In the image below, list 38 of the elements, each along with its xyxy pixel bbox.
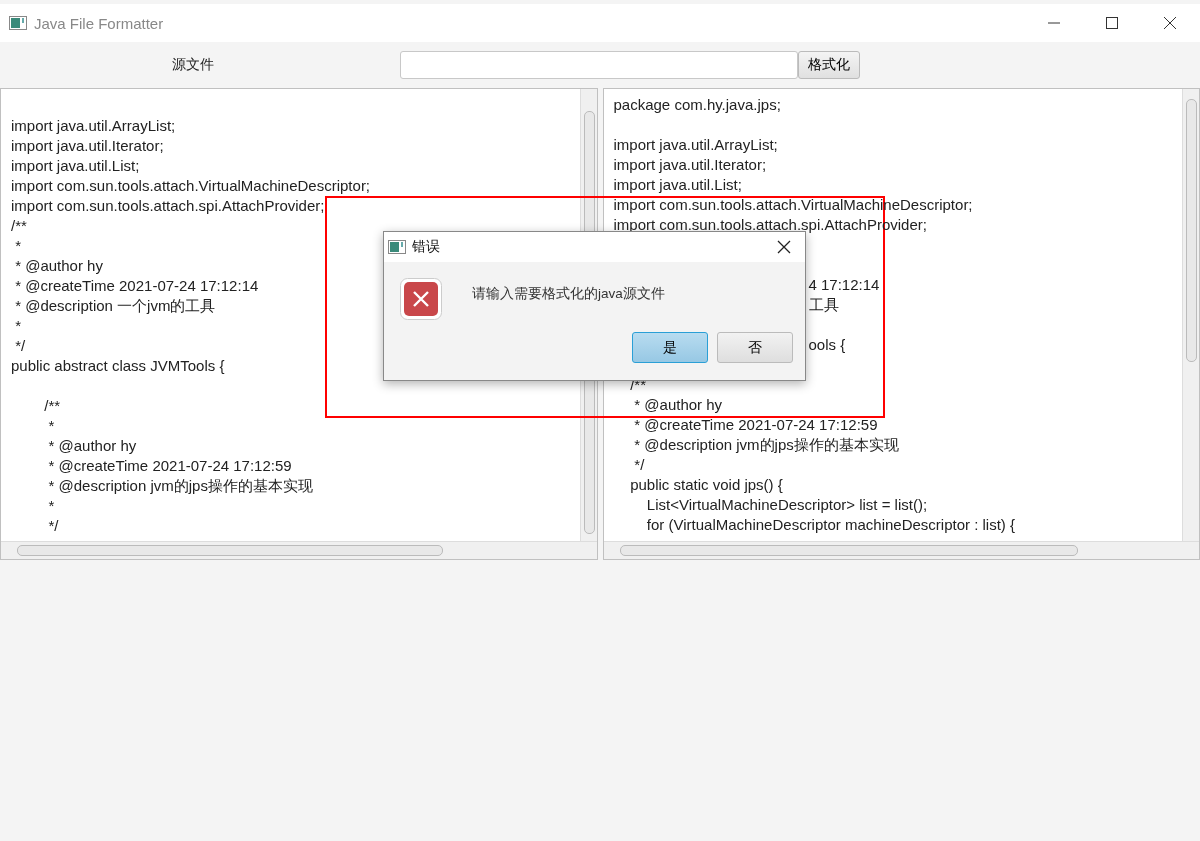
- code-line: ools {: [808, 335, 846, 355]
- code-line: *: [14, 236, 21, 256]
- code-line: List<VirtualMachineDescriptor> list = list();: [645, 495, 928, 515]
- code-line: import java.util.List;: [11, 156, 140, 176]
- code-line: *: [47, 416, 55, 436]
- code-line: */: [14, 336, 26, 356]
- code-line: import com.sun.tools.attach.VirtualMachineDescriptor;: [11, 176, 371, 196]
- code-line: /**: [43, 396, 61, 416]
- code-line: * @description jvm的jps操作的基本实现: [633, 435, 899, 455]
- error-message: 请输入需要格式化的java源文件: [472, 285, 665, 303]
- code-line: public abstract class JVMTools {: [11, 356, 225, 376]
- code-line: import java.util.Iterator;: [11, 136, 164, 156]
- dialog-title: 错误: [412, 238, 440, 256]
- code-line: import java.util.Iterator;: [613, 155, 767, 175]
- code-line: public static void jps() {: [629, 475, 783, 495]
- code-line: * @createTime 2021-07-24 17:12:14: [14, 276, 259, 296]
- code-line: */: [633, 455, 645, 475]
- code-line: *: [14, 316, 21, 336]
- code-line: /**: [11, 216, 27, 236]
- code-line: * @description jvm的jps操作的基本实现: [47, 476, 313, 496]
- code-line: import java.util.ArrayList;: [11, 116, 176, 136]
- code-line: */: [47, 516, 59, 536]
- code-line: * @createTime 2021-07-24 17:12:59: [633, 415, 878, 435]
- code-line: package com.hy.java.jps;: [613, 95, 781, 115]
- code-line: import java.util.ArrayList;: [613, 135, 778, 155]
- code-line: * @author hy: [633, 395, 723, 415]
- code-line: * @createTime 2021-07-24 17:12:59: [47, 456, 292, 476]
- code-line: 4 17:12:14: [808, 275, 880, 295]
- code-line: 工具: [808, 295, 839, 315]
- window-title: Java File Formatter: [34, 14, 164, 32]
- code-line: import java.util.List;: [613, 175, 742, 195]
- code-line: for (VirtualMachineDescriptor machineDescriptor : list) {: [645, 515, 1016, 535]
- code-line: *: [47, 496, 55, 516]
- code-line: * @author hy: [47, 436, 137, 456]
- code-line: * @description 一个jvm的工具: [14, 296, 216, 316]
- code-line: import com.sun.tools.attach.spi.AttachProvider;: [11, 196, 325, 216]
- source-file-label: 源文件: [170, 56, 215, 74]
- code-line: * @author hy: [14, 256, 103, 276]
